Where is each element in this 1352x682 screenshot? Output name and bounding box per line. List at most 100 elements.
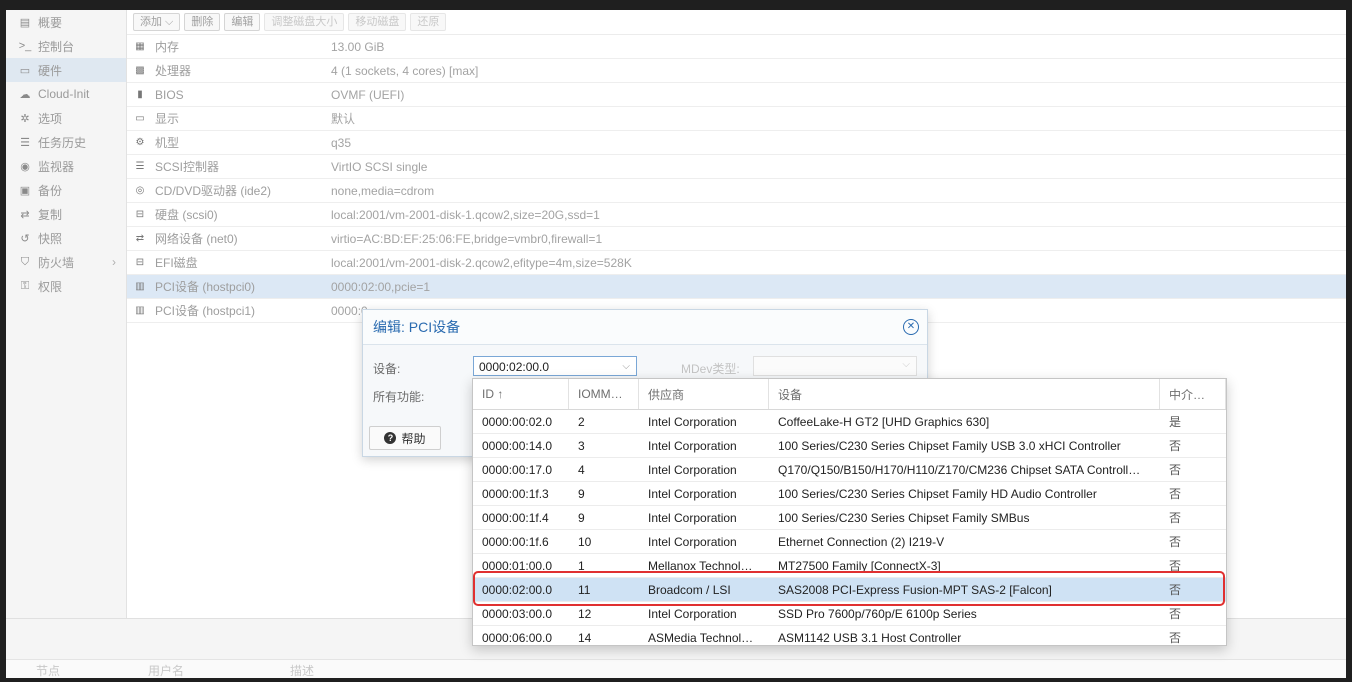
- mdev-type-select[interactable]: ⌵: [753, 356, 917, 376]
- nav-item-hardware[interactable]: ▭ 硬件: [6, 58, 126, 82]
- display-icon: ▭: [135, 113, 145, 124]
- device-label: 设备:: [373, 362, 401, 376]
- hardware-key: 机型: [155, 136, 180, 150]
- cell-iommu: 12: [578, 606, 592, 621]
- nav-item-backup[interactable]: ▣ 备份: [6, 178, 126, 202]
- hardware-row-bios[interactable]: ▮ BIOS OVMF (UEFI): [127, 83, 1346, 107]
- hardware-value: OVMF (UEFI): [331, 87, 405, 102]
- table-row[interactable]: 0000:00:1f.3 9 Intel Corporation 100 Series…: [473, 482, 1226, 506]
- nav-item-options[interactable]: ✲ 选项: [6, 106, 126, 130]
- nav-item-console[interactable]: >_ 控制台: [6, 34, 126, 58]
- hardware-key: 硬盘 (scsi0): [155, 208, 218, 222]
- nav-item-summary[interactable]: ▤ 概要: [6, 10, 126, 34]
- nav-item-snapshots[interactable]: ↺ 快照: [6, 226, 126, 250]
- cdrom-icon: ◎: [135, 185, 145, 196]
- cpu-icon: ▩: [135, 65, 145, 76]
- hardware-row-net0[interactable]: ⇄ 网络设备 (net0) virtio=AC:BD:EF:25:06:FE,bri…: [127, 227, 1346, 251]
- hardware-key: SCSI控制器: [155, 160, 220, 174]
- column-id[interactable]: ID ↑: [473, 379, 569, 409]
- cell-iommu: 9: [578, 486, 585, 501]
- column-iommu[interactable]: IOMM…: [569, 379, 639, 409]
- hardware-key: 显示: [155, 112, 180, 126]
- help-button[interactable]: ? 帮助: [369, 426, 441, 450]
- nav-item-permissions[interactable]: ⚿ 权限: [6, 274, 126, 298]
- hardware-row-cdrom[interactable]: ◎ CD/DVD驱动器 (ide2) none,media=cdrom: [127, 179, 1346, 203]
- cell-device: CoffeeLake-H GT2 [UHD Graphics 630]: [778, 414, 990, 429]
- table-row[interactable]: 0000:00:1f.4 9 Intel Corporation 100 Series…: [473, 506, 1226, 530]
- nav-item-task-history[interactable]: ☰ 任务历史: [6, 130, 126, 154]
- move-disk-button[interactable]: 移动磁盘: [348, 13, 407, 31]
- cell-iommu: 4: [578, 462, 585, 477]
- cell-mediated: 是: [1169, 415, 1182, 429]
- monitor-icon: ▭: [19, 64, 31, 77]
- chevron-down-icon[interactable]: ⌵: [902, 359, 910, 370]
- cell-device: SAS2008 PCI-Express Fusion-MPT SAS-2 [Fa…: [778, 582, 1052, 597]
- cell-device: Q170/Q150/B150/H170/H110/Z170/CM236 Chip…: [778, 462, 1141, 477]
- cell-mediated: 否: [1169, 559, 1182, 573]
- hardware-key: 网络设备 (net0): [155, 232, 238, 246]
- cell-iommu: 11: [578, 582, 591, 597]
- nav-item-label: 权限: [38, 279, 63, 294]
- nav-item-label: Cloud-Init: [38, 87, 90, 101]
- eye-icon: ◉: [20, 160, 30, 173]
- column-node[interactable]: 节点: [6, 662, 148, 679]
- bios-icon: ▮: [137, 89, 143, 100]
- chevron-down-icon[interactable]: ⌵: [622, 357, 630, 377]
- hardware-row-hostpci0[interactable]: ▥ PCI设备 (hostpci0) 0000:02:00,pcie=1: [127, 275, 1346, 299]
- hardware-key: EFI磁盘: [155, 256, 198, 270]
- nav-item-label: 选项: [38, 111, 63, 126]
- cell-mediated: 否: [1169, 511, 1182, 525]
- memory-icon: ▦: [135, 41, 145, 52]
- nav-item-replication[interactable]: ⇄ 复制: [6, 202, 126, 226]
- add-button[interactable]: 添加 ⌵: [133, 13, 181, 31]
- hardware-row-memory[interactable]: ▦ 内存 13.00 GiB: [127, 35, 1346, 59]
- column-vendor[interactable]: 供应商: [639, 379, 769, 409]
- nav-item-cloud-init[interactable]: ☁ Cloud-Init: [6, 82, 126, 106]
- hardware-value: local:2001/vm-2001-disk-2.qcow2,efitype=…: [331, 255, 632, 270]
- hardware-row-display[interactable]: ▭ 显示 默认: [127, 107, 1346, 131]
- mdev-type-label: MDev类型:: [681, 362, 740, 376]
- column-device[interactable]: 设备: [769, 379, 1160, 409]
- column-mediated[interactable]: 中介…: [1160, 379, 1226, 409]
- device-select[interactable]: 0000:02:00.0 ⌵: [473, 356, 637, 376]
- exchange-icon: ⇄: [135, 233, 145, 244]
- table-row[interactable]: 0000:00:14.0 3 Intel Corporation 100 Series…: [473, 434, 1226, 458]
- hardware-row-disk-scsi0[interactable]: ⊟ 硬盘 (scsi0) local:2001/vm-2001-disk-1.qco…: [127, 203, 1346, 227]
- nav-item-label: 防火墙: [38, 255, 75, 270]
- table-row[interactable]: 0000:00:17.0 4 Intel Corporation Q170/Q150/…: [473, 458, 1226, 482]
- nav-item-label: 任务历史: [38, 135, 87, 150]
- table-row[interactable]: 0000:00:02.0 2 Intel Corporation CoffeeLake…: [473, 410, 1226, 434]
- table-row[interactable]: 0000:03:00.0 12 Intel Corporation SSD Pro 7…: [473, 602, 1226, 626]
- edit-button[interactable]: 编辑: [224, 13, 261, 31]
- cell-vendor: Broadcom / LSI: [648, 582, 731, 597]
- remove-button[interactable]: 删除: [184, 13, 221, 31]
- hardware-value: none,media=cdrom: [331, 183, 435, 198]
- hdd-icon: ⊟: [135, 257, 145, 268]
- hardware-key: 处理器: [155, 64, 192, 78]
- column-username[interactable]: 用户名: [148, 662, 290, 679]
- hardware-value: VirtIO SCSI single: [331, 159, 428, 174]
- nav-item-label: 监视器: [38, 159, 75, 174]
- hardware-row-machine[interactable]: ⚙ 机型 q35: [127, 131, 1346, 155]
- nav-item-label: 硬件: [38, 63, 63, 78]
- picker-header: ID ↑ IOMM… 供应商 设备 中介…: [473, 379, 1226, 410]
- hardware-row-scsi-controller[interactable]: ☰ SCSI控制器 VirtIO SCSI single: [127, 155, 1346, 179]
- hardware-row-processor[interactable]: ▩ 处理器 4 (1 sockets, 4 cores) [max]: [127, 59, 1346, 83]
- table-row[interactable]: 0000:02:00.0 11 Broadcom / LSI SAS2008 PCI-…: [473, 578, 1226, 602]
- revert-button[interactable]: 还原: [410, 13, 447, 31]
- cell-id: 0000:00:17.0: [482, 462, 553, 477]
- column-description[interactable]: 描述: [290, 662, 314, 679]
- table-row[interactable]: 0000:06:00.0 14 ASMedia Technol… ASM1142 US…: [473, 626, 1226, 646]
- device-select-value: 0000:02:00.0: [479, 360, 550, 374]
- table-row[interactable]: 0000:01:00.0 1 Mellanox Technol… MT27500 Fa…: [473, 554, 1226, 578]
- nav-item-firewall[interactable]: ⛉ 防火墙 ›: [6, 250, 126, 274]
- table-row[interactable]: 0000:00:1f.6 10 Intel Corporation Ethernet …: [473, 530, 1226, 554]
- cloud-icon: ☁: [19, 88, 31, 101]
- chevron-right-icon[interactable]: ›: [112, 255, 116, 269]
- unlock-icon: ⚿: [20, 279, 30, 292]
- hardware-row-efi-disk[interactable]: ⊟ EFI磁盘 local:2001/vm-2001-disk-2.qcow2,ef…: [127, 251, 1346, 275]
- resize-disk-button[interactable]: 调整磁盘大小: [264, 13, 345, 31]
- nav-item-monitor[interactable]: ◉ 监视器: [6, 154, 126, 178]
- cell-vendor: ASMedia Technol…: [648, 630, 754, 645]
- close-icon[interactable]: ✕: [903, 319, 919, 335]
